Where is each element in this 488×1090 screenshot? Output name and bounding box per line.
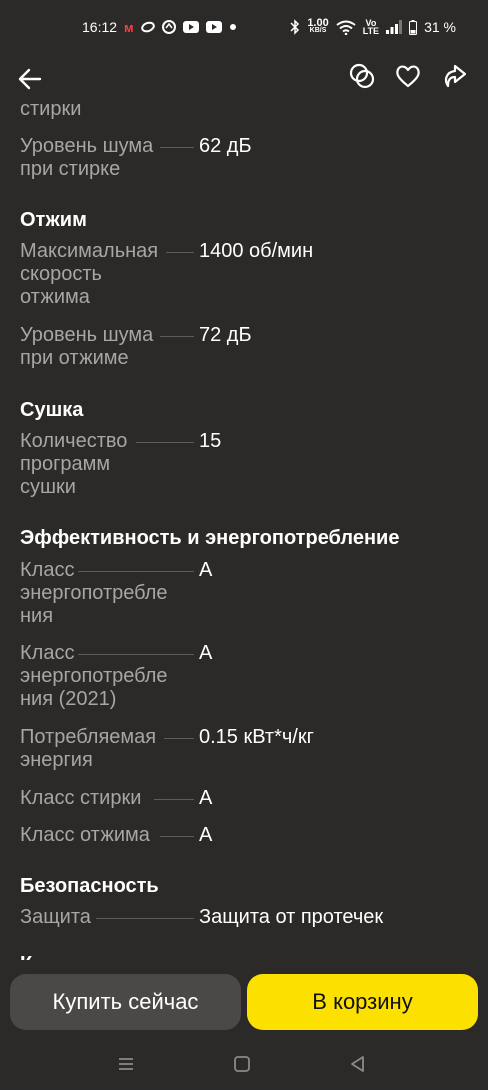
- section-title-energy: Эффективность и энергопотребление: [20, 527, 400, 549]
- top-actions: [348, 62, 468, 90]
- arrow-left-icon: [18, 68, 42, 90]
- status-right: 1.00 KB/S Vo LTE 31 %: [290, 17, 456, 36]
- leader-line: [154, 799, 194, 800]
- spec-value: A: [199, 642, 213, 664]
- section-title-spin: Отжим: [20, 209, 87, 231]
- top-app-bar: [0, 56, 488, 100]
- notification-ring-icon: [140, 21, 155, 33]
- spec-value: Защита от протечек: [199, 906, 384, 928]
- add-to-cart-button[interactable]: В корзину: [247, 974, 478, 1030]
- spec-label: энергопотребле: [20, 582, 168, 604]
- spec-value: A: [199, 559, 213, 581]
- leader-line: [78, 571, 194, 572]
- menu-lines-icon: [119, 1058, 133, 1070]
- triangle-back-icon: [351, 1056, 364, 1072]
- leader-line: [160, 836, 194, 837]
- spec-label: Защита: [20, 906, 91, 928]
- spec-label: сушки: [20, 476, 76, 498]
- spec-label: Класс стирки: [20, 787, 142, 809]
- metro-app-icon: м: [124, 19, 134, 35]
- network-speed-value: 1.00: [307, 17, 329, 29]
- spec-value: 0.15 кВт*ч/кг: [199, 726, 314, 748]
- favorite-button[interactable]: [394, 62, 422, 90]
- more-notifications-dot-icon: [229, 23, 237, 31]
- status-time: 16:12: [82, 19, 118, 35]
- spec-label: Уровень шума: [20, 324, 154, 346]
- signal-icon: [386, 20, 403, 34]
- square-home-icon: [234, 1056, 250, 1072]
- spec-label: Уровень шума: [20, 135, 154, 157]
- spec-value: 72 дБ: [199, 324, 252, 346]
- spec-label: ния (2021): [20, 688, 117, 710]
- leader-line: [160, 336, 194, 337]
- share-button[interactable]: [440, 62, 468, 90]
- notification-circle-icon: [161, 20, 176, 34]
- spec-label: Класс: [20, 559, 75, 581]
- spec-value: 15: [199, 430, 222, 452]
- system-nav-bar: [0, 1036, 488, 1090]
- heart-icon: [396, 65, 420, 88]
- status-left: 16:12 м: [82, 19, 237, 35]
- system-back-button[interactable]: [348, 1054, 368, 1074]
- spec-label: Потребляемая: [20, 726, 157, 748]
- compare-circles-icon: [349, 63, 375, 89]
- wifi-icon: [336, 20, 356, 35]
- network-speed: 1.00 KB/S: [307, 17, 329, 35]
- specs-list: стирки Уровень шума при стирке 62 дБ Отж…: [0, 100, 488, 960]
- spec-label: отжима: [20, 286, 90, 308]
- youtube-icon-2: [205, 21, 222, 33]
- leader-line: [136, 442, 194, 443]
- back-button[interactable]: [16, 64, 46, 94]
- spec-label: ния: [20, 605, 54, 627]
- spec-label: энергия: [20, 749, 93, 771]
- battery-icon: [409, 19, 418, 35]
- compare-button[interactable]: [348, 62, 376, 90]
- network-speed-unit: KB/S: [309, 27, 327, 34]
- home-button[interactable]: [232, 1054, 252, 1074]
- youtube-icon: [182, 21, 199, 33]
- recent-apps-button[interactable]: [116, 1054, 136, 1074]
- spec-label: Класс: [20, 642, 75, 664]
- leader-line: [160, 147, 194, 148]
- spec-label: Количество: [20, 430, 128, 452]
- spec-label: программ: [20, 453, 111, 475]
- bottom-action-bar: Купить сейчас В корзину: [0, 966, 488, 1036]
- battery-percent: 31 %: [424, 19, 456, 35]
- spec-label: скорость: [20, 263, 102, 285]
- spec-label: при стирке: [20, 158, 121, 180]
- leader-line: [164, 738, 194, 739]
- section-title-safety: Безопасность: [20, 875, 159, 897]
- volte-indicator: Vo LTE: [362, 19, 380, 36]
- share-icon: [444, 64, 467, 88]
- section-title-dry: Сушка: [20, 399, 84, 421]
- spec-value: 1400 об/мин: [199, 240, 314, 262]
- spec-label: Максимальная: [20, 240, 159, 262]
- spec-label: энергопотребле: [20, 665, 168, 687]
- section-title-clipped: К: [20, 953, 32, 960]
- leader-line: [96, 918, 194, 919]
- clipped-spec-label: стирки: [20, 100, 82, 120]
- buy-now-button[interactable]: Купить сейчас: [10, 974, 241, 1030]
- spec-value: A: [199, 787, 213, 809]
- spec-label: при отжиме: [20, 347, 129, 369]
- leader-line: [166, 252, 194, 253]
- bluetooth-icon: [290, 19, 300, 35]
- volte-bottom: LTE: [362, 26, 380, 36]
- spec-value: A: [199, 824, 213, 846]
- status-bar: 16:12 м 1.00 KB/S Vo LTE 31 %: [0, 0, 488, 56]
- leader-line: [78, 654, 194, 655]
- spec-label: Класс отжима: [20, 824, 150, 846]
- spec-value: 62 дБ: [199, 135, 252, 157]
